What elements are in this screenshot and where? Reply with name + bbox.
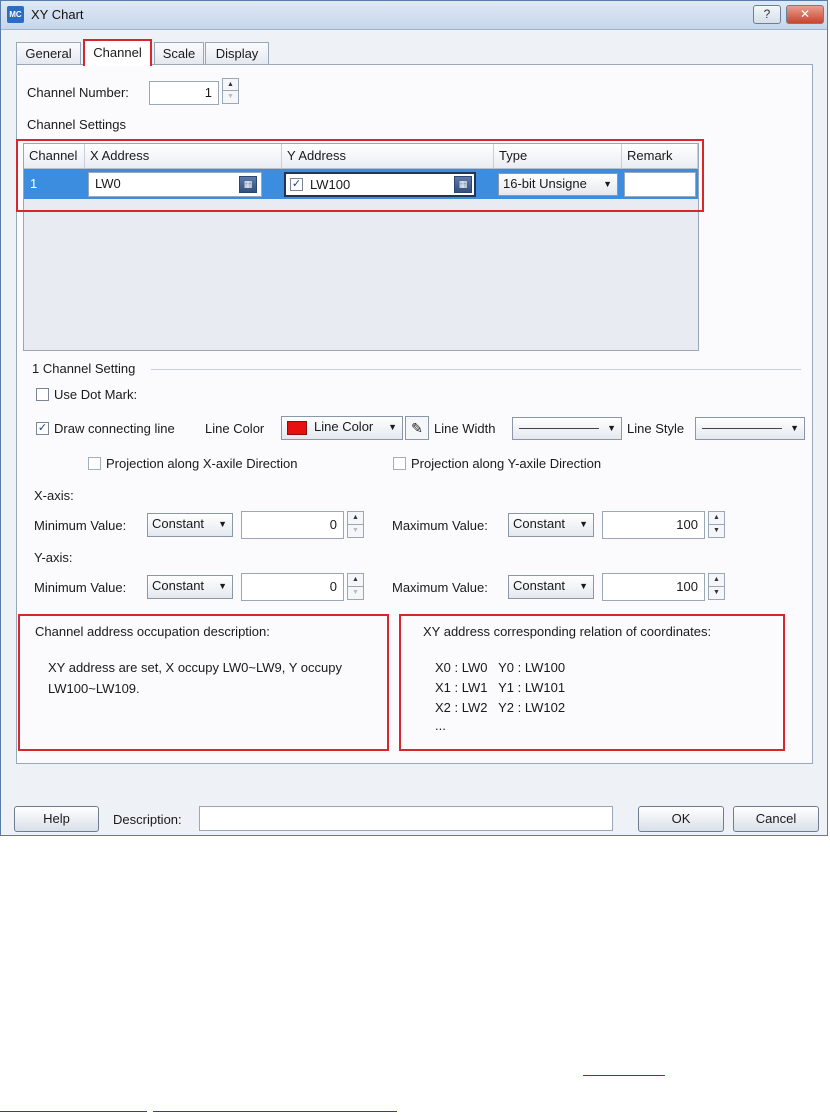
channel-number-stepper[interactable]: ▲ ▼ — [222, 78, 239, 104]
line-color-label: Line Color — [205, 421, 265, 436]
line-style-label: Line Style — [627, 421, 685, 436]
channel-setting-title: 1 Channel Setting — [32, 361, 136, 376]
chevron-up-icon[interactable]: ▲ — [348, 574, 363, 587]
window-title: XY Chart — [31, 7, 84, 22]
tab-scale[interactable]: Scale — [154, 42, 204, 65]
draw-connecting-line-checkbox[interactable]: ✓ — [36, 422, 49, 435]
y-min-mode-value: Constant — [152, 578, 205, 593]
chevron-down-icon: ▼ — [579, 519, 588, 529]
chevron-up-icon[interactable]: ▲ — [348, 512, 363, 525]
relation-line: X0 : LW0 Y0 : LW100 — [435, 660, 566, 675]
projection-y-label: Projection along Y-axile Direction — [411, 456, 602, 471]
tab-general[interactable]: General — [16, 42, 81, 65]
relation-line: X2 : LW2 Y2 : LW102 — [435, 700, 566, 715]
tab-display[interactable]: Display — [205, 42, 269, 65]
y-max-mode-select[interactable]: Constant ▼ — [508, 575, 594, 599]
x-max-input[interactable]: 100 — [602, 511, 705, 539]
chevron-down-icon[interactable]: ▼ — [348, 587, 363, 600]
y-max-stepper[interactable]: ▲ ▼ — [708, 573, 725, 600]
relation-title: XY address corresponding relation of coo… — [423, 624, 712, 639]
channel-number-label: Channel Number: — [27, 85, 129, 100]
chevron-down-icon: ▼ — [579, 581, 588, 591]
chevron-up-icon[interactable]: ▲ — [223, 79, 238, 91]
chevron-down-icon: ▼ — [607, 423, 616, 433]
occupation-title: Channel address occupation description: — [35, 624, 270, 639]
x-axis-label: X-axis: — [34, 488, 74, 503]
draw-connecting-line-label: Draw connecting line — [54, 421, 175, 436]
projection-x-label: Projection along X-axile Direction — [106, 456, 298, 471]
ok-button[interactable]: OK — [638, 806, 724, 832]
x-min-input[interactable]: 0 — [241, 511, 344, 539]
line-color-swatch — [287, 421, 307, 435]
occupation-line: XY address are set, X occupy LW0~LW9, Y … — [48, 660, 342, 675]
y-min-mode-select[interactable]: Constant ▼ — [147, 575, 233, 599]
channel-number-input[interactable]: 1 — [149, 81, 219, 105]
y-max-label: Maximum Value: — [392, 580, 488, 595]
x-max-stepper[interactable]: ▲ ▼ — [708, 511, 725, 538]
use-dot-mark-checkbox[interactable] — [36, 388, 49, 401]
y-max-mode-value: Constant — [513, 578, 566, 593]
chevron-down-icon: ▼ — [388, 422, 397, 432]
occupation-line: LW100~LW109. — [48, 681, 140, 696]
line-style-preview — [702, 428, 782, 429]
description-label: Description: — [113, 812, 182, 827]
x-max-label: Maximum Value: — [392, 518, 488, 533]
chevron-down-icon: ▼ — [790, 423, 799, 433]
projection-y-checkbox[interactable] — [393, 457, 406, 470]
line-width-select[interactable]: ▼ — [512, 417, 622, 440]
cancel-button[interactable]: Cancel — [733, 806, 819, 832]
x-min-mode-select[interactable]: Constant ▼ — [147, 513, 233, 537]
x-max-mode-select[interactable]: Constant ▼ — [508, 513, 594, 537]
link-underline[interactable] — [583, 1075, 665, 1076]
close-button[interactable]: ✕ — [786, 5, 824, 24]
link-underline[interactable] — [153, 1111, 397, 1112]
help-button[interactable]: Help — [14, 806, 99, 832]
chevron-up-icon[interactable]: ▲ — [709, 574, 724, 587]
title-bar[interactable]: MC XY Chart ? ✕ — [1, 1, 827, 30]
group-divider — [151, 369, 801, 370]
y-axis-label: Y-axis: — [34, 550, 73, 565]
app-logo-icon: MC — [7, 6, 24, 23]
xy-chart-dialog: MC XY Chart ? ✕ General Channel Scale Di… — [0, 0, 828, 836]
relation-line: X1 : LW1 Y1 : LW101 — [435, 680, 566, 695]
line-style-select[interactable]: ▼ — [695, 417, 805, 440]
tab-channel[interactable]: Channel — [83, 39, 152, 66]
chevron-down-icon[interactable]: ▼ — [348, 525, 363, 538]
x-max-mode-value: Constant — [513, 516, 566, 531]
help-title-button[interactable]: ? — [753, 5, 781, 24]
y-min-label: Minimum Value: — [34, 580, 127, 595]
chevron-up-icon[interactable]: ▲ — [709, 512, 724, 525]
x-min-mode-value: Constant — [152, 516, 205, 531]
chevron-down-icon: ▼ — [218, 519, 227, 529]
chevron-down-icon[interactable]: ▼ — [709, 525, 724, 538]
x-min-stepper[interactable]: ▲ ▼ — [347, 511, 364, 538]
y-max-input[interactable]: 100 — [602, 573, 705, 601]
occupation-description-box: Channel address occupation description: … — [18, 614, 389, 751]
link-underline[interactable] — [0, 1111, 147, 1112]
y-min-stepper[interactable]: ▲ ▼ — [347, 573, 364, 600]
relation-description-box: XY address corresponding relation of coo… — [399, 614, 785, 751]
line-color-value: Line Color — [314, 419, 374, 434]
relation-line: ... — [435, 718, 446, 733]
channel-settings-label: Channel Settings — [27, 117, 127, 132]
use-dot-mark-label: Use Dot Mark: — [54, 387, 138, 402]
chevron-down-icon[interactable]: ▼ — [709, 587, 724, 600]
y-min-input[interactable]: 0 — [241, 573, 344, 601]
projection-x-checkbox[interactable] — [88, 457, 101, 470]
chevron-down-icon: ▼ — [218, 581, 227, 591]
line-width-label: Line Width — [434, 421, 496, 436]
highlight-box — [16, 139, 704, 212]
description-input[interactable] — [199, 806, 613, 831]
chevron-down-icon[interactable]: ▼ — [223, 91, 238, 103]
color-picker-icon[interactable]: ✎ — [405, 416, 429, 440]
x-min-label: Minimum Value: — [34, 518, 127, 533]
line-width-preview — [519, 428, 599, 429]
